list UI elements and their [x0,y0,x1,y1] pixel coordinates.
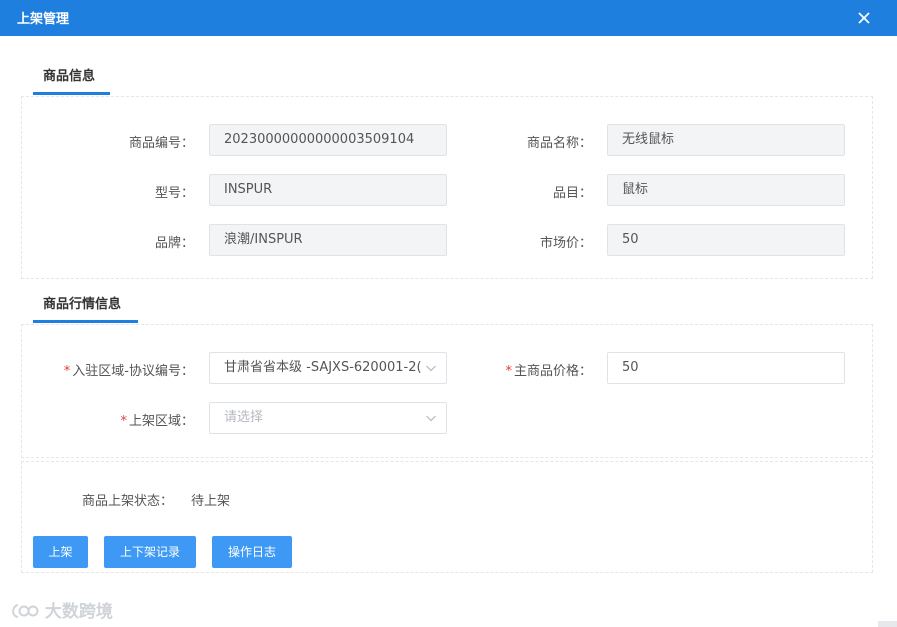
model-field: INSPUR [209,174,447,206]
shelf-region-select[interactable]: 请选择 [209,402,447,434]
chevron-down-icon [426,415,436,422]
shelf-status-value: 待上架 [191,494,231,509]
main-price-input[interactable]: 50 [607,352,845,384]
close-icon[interactable] [855,9,873,27]
required-mark: * [505,364,512,379]
product-name-label: 商品名称： [526,136,592,151]
product-code-field: 20230000000000003509104 [209,124,447,156]
shelf-records-button[interactable]: 上下架记录 [104,536,196,568]
watermark: 大数跨境 [9,597,113,622]
shelf-status-label: 商品上架状态： [82,494,174,509]
watermark-logo-icon [12,604,39,618]
shelve-button[interactable]: 上架 [33,536,88,568]
dialog-header: 上架管理 [0,0,897,36]
region-label: * 入驻区域-协议编号： [40,360,194,379]
dialog-title: 上架管理 [17,12,70,27]
required-mark: * [120,414,127,429]
product-code-label: 商品编号： [128,136,194,151]
section-title-product-info: 商品信息 [33,65,110,95]
model-label: 型号： [154,186,194,201]
watermark-text: 大数跨境 [44,602,113,622]
section-title-market-info-label: 商品行情信息 [43,297,122,312]
shelf-region-label: * 上架区域： [80,410,194,429]
category-field: 鼠标 [607,174,845,206]
operation-log-button[interactable]: 操作日志 [212,536,292,568]
region-label-text: 入驻区域-协议编号： [72,364,194,379]
section-title-market-info: 商品行情信息 [33,293,138,323]
shelf-region-placeholder: 请选择 [224,410,264,425]
main-price-label-text: 主商品价格： [513,364,592,379]
region-agreement-select[interactable]: 甘肃省省本级 -SAJXS-620001-2( [209,352,447,384]
corner-resize-handle [878,621,897,627]
section-underline [33,92,110,95]
section-title-product-info-label: 商品信息 [43,69,96,84]
product-name-field: 无线鼠标 [607,124,845,156]
region-agreement-value: 甘肃省省本级 -SAJXS-620001-2( [224,360,422,375]
brand-field: 浪潮/INSPUR [209,224,447,256]
main-price-label: * 主商品价格： [478,360,592,379]
market-price-field: 50 [607,224,845,256]
shelf-region-label-text: 上架区域： [128,414,194,429]
market-price-label: 市场价： [539,236,592,251]
required-mark: * [63,364,71,379]
brand-label: 品牌： [154,236,194,251]
chevron-down-icon [426,365,436,372]
section-underline [33,320,138,323]
category-label: 品目： [552,186,592,201]
market-info-panel [21,324,873,458]
